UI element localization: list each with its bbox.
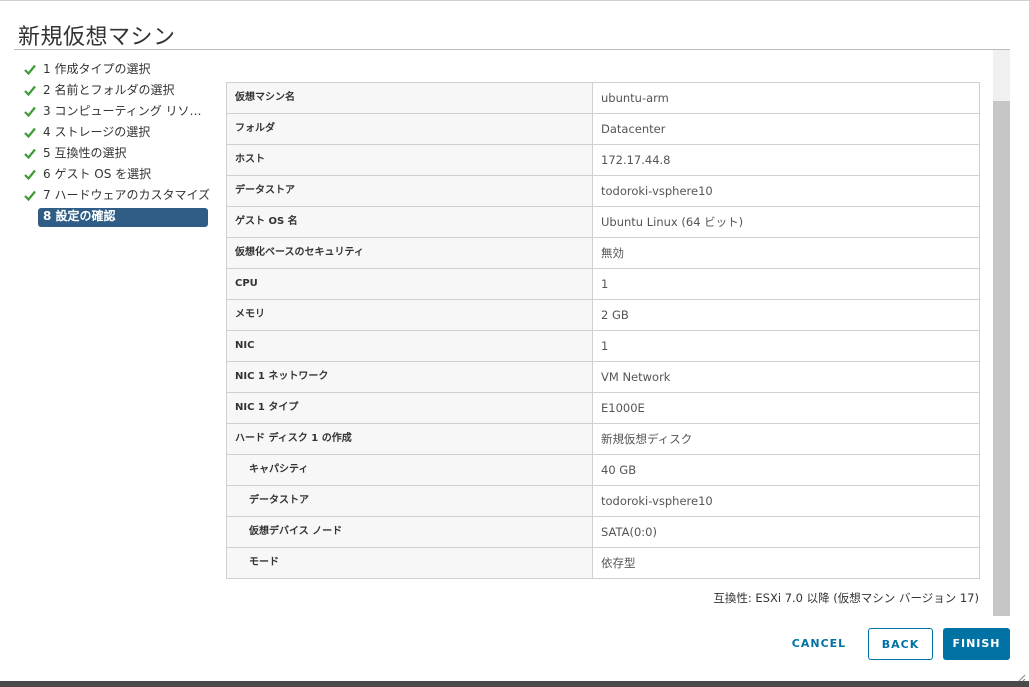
check-icon [24,143,38,164]
wizard-step-label: 8 設定の確認 [43,209,116,223]
wizard-step-6[interactable]: 6 ゲスト OS を選択 [22,164,212,185]
wizard-step-label: 7 ハードウェアのカスタマイズ [43,188,211,202]
row-key: ハード ディスク 1 の作成 [227,424,593,454]
row-key: モード [227,548,593,578]
table-row: 仮想デバイス ノード SATA(0:0) [227,517,979,548]
row-key: キャパシティ [227,455,593,485]
row-key: フォルダ [227,114,593,144]
table-row: NIC 1 ネットワーク VM Network [227,362,979,393]
resize-grip-icon[interactable] [1016,668,1026,683]
table-row: フォルダ Datacenter [227,114,979,145]
bottom-edge-bar [0,681,1029,687]
back-button[interactable]: BACK [868,628,933,660]
row-value: todoroki-vsphere10 [601,494,713,508]
row-value: 新規仮想ディスク [601,432,693,446]
wizard-step-label: 6 ゲスト OS を選択 [43,167,152,181]
check-icon [24,59,38,80]
table-row: ハード ディスク 1 の作成 新規仮想ディスク [227,424,979,455]
wizard-step-label: 3 コンピューティング リソー... [43,104,211,118]
wizard-step-1[interactable]: 1 作成タイプの選択 [22,59,212,80]
table-row: CPU 1 [227,269,979,300]
row-key: 仮想デバイス ノード [227,517,593,547]
row-value: 1 [601,277,609,291]
row-value: Ubuntu Linux (64 ビット) [601,215,744,229]
dialog-title: 新規仮想マシン [18,25,176,50]
wizard-step-label: 4 ストレージの選択 [43,125,151,139]
row-value: 172.17.44.8 [601,153,671,167]
check-icon [24,80,38,101]
check-icon [24,185,38,206]
table-row: 仮想化ベースのセキュリティ 無効 [227,238,979,269]
table-row: NIC 1 [227,331,979,362]
new-vm-dialog: 新規仮想マシン 1 作成タイプの選択 2 名前とフォルダの選択 3 コンピューテ… [0,0,1029,683]
row-key: NIC 1 タイプ [227,393,593,423]
wizard-step-label: 1 作成タイプの選択 [43,62,151,76]
finish-button[interactable]: FINISH [943,628,1010,660]
wizard-step-2[interactable]: 2 名前とフォルダの選択 [22,80,212,101]
row-key: 仮想マシン名 [227,83,593,113]
scrollbar-thumb[interactable] [993,101,1010,616]
row-value: 2 GB [601,308,629,322]
row-key: メモリ [227,300,593,330]
row-value: todoroki-vsphere10 [601,184,713,198]
row-value: E1000E [601,401,645,415]
summary-table: 仮想マシン名 ubuntu-arm フォルダ Datacenter ホスト 172.1… [226,82,980,579]
check-icon [24,164,38,185]
row-value: 40 GB [601,463,637,477]
table-row: NIC 1 タイプ E1000E [227,393,979,424]
table-row: 仮想マシン名 ubuntu-arm [227,83,979,114]
table-row: メモリ 2 GB [227,300,979,331]
row-key: データストア [227,486,593,516]
title-divider [14,49,1010,50]
table-row: キャパシティ 40 GB [227,455,979,486]
row-value: 1 [601,339,609,353]
wizard-step-7[interactable]: 7 ハードウェアのカスタマイズ [22,185,212,206]
row-value: SATA(0:0) [601,525,657,539]
row-key: 仮想化ベースのセキュリティ [227,238,593,268]
row-value: Datacenter [601,122,666,136]
row-key: CPU [227,269,593,299]
row-key: ゲスト OS 名 [227,207,593,237]
table-row: データストア todoroki-vsphere10 [227,486,979,517]
row-value: VM Network [601,370,671,384]
wizard-step-5[interactable]: 5 互換性の選択 [22,143,212,164]
row-value: 無効 [601,246,624,260]
wizard-step-label: 5 互換性の選択 [43,146,127,160]
wizard-steps: 1 作成タイプの選択 2 名前とフォルダの選択 3 コンピューティング リソー.… [22,59,212,227]
cancel-button[interactable]: CANCEL [778,628,860,660]
row-key: NIC [227,331,593,361]
compatibility-note: 互換性: ESXi 7.0 以降 (仮想マシン バージョン 17) [713,591,979,605]
row-value: 依存型 [601,556,636,570]
table-row: ゲスト OS 名 Ubuntu Linux (64 ビット) [227,207,979,238]
row-key: ホスト [227,145,593,175]
table-row: データストア todoroki-vsphere10 [227,176,979,207]
row-key: NIC 1 ネットワーク [227,362,593,392]
check-icon [24,101,38,122]
row-value: ubuntu-arm [601,91,669,105]
check-icon [24,122,38,143]
table-row: モード 依存型 [227,548,979,579]
table-row: ホスト 172.17.44.8 [227,145,979,176]
wizard-step-label: 2 名前とフォルダの選択 [43,83,175,97]
wizard-step-3[interactable]: 3 コンピューティング リソー... [22,101,212,122]
wizard-step-8-current[interactable]: 8 設定の確認 [22,206,212,227]
row-key: データストア [227,176,593,206]
wizard-step-4[interactable]: 4 ストレージの選択 [22,122,212,143]
